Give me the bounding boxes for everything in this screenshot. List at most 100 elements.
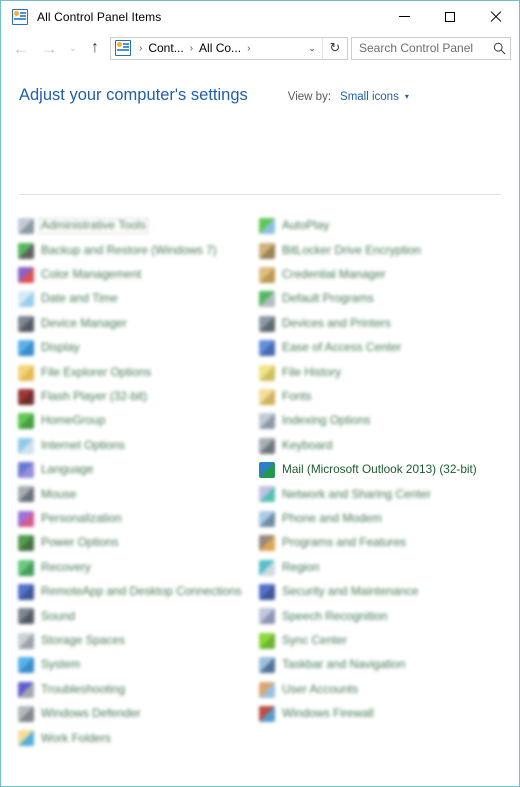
bitlocker-icon [259,242,275,259]
chevron-down-icon[interactable]: ⌄ [302,38,322,59]
control-panel-item[interactable]: Mail (Microsoft Outlook 2013) (32-bit) [259,458,511,482]
control-panel-item[interactable]: Date and Time [18,287,268,311]
recovery-icon [18,559,34,576]
control-panel-item-label: Date and Time [41,291,118,306]
control-panel-item-label: Color Management [41,267,142,282]
maximize-button[interactable] [427,1,473,32]
control-panel-item[interactable]: User Accounts [259,677,511,701]
caption-buttons [381,1,519,32]
control-panel-item[interactable]: Windows Defender [18,702,268,726]
control-panel-item[interactable]: Region [259,555,511,579]
control-panel-item-label: Programs and Features [282,535,406,550]
control-panel-item[interactable]: Display [18,336,268,360]
control-panel-item-label: Device Manager [41,315,127,330]
control-panel-item[interactable]: Default Programs [259,287,511,311]
control-panel-item[interactable]: Devices and Printers [259,312,511,336]
mouse-icon [18,486,34,503]
breadcrumb-item-control-panel[interactable]: Cont... [147,41,184,55]
windows-firewall-icon [259,706,275,722]
control-panel-item-label: Troubleshooting [41,681,126,696]
flash-player-icon [18,388,34,405]
control-panel-item[interactable]: Internet Options [18,434,268,458]
control-panel-item[interactable]: Network and Sharing Center [259,482,511,506]
control-panel-item-label: Mouse [41,486,77,501]
control-panel-item[interactable]: File History [259,360,511,384]
address-control-panel-icon [115,40,131,56]
control-panel-item[interactable]: Recovery [18,555,268,579]
personalization-icon [18,510,34,527]
control-panel-item[interactable]: Phone and Modem [259,507,511,531]
control-panel-item-label: Network and Sharing Center [282,486,431,501]
control-panel-item[interactable]: RemoteApp and Desktop Connections [18,580,268,604]
system-icon [18,657,34,674]
control-panel-item[interactable]: Language [18,458,268,482]
control-panel-item-label: File Explorer Options [41,364,152,379]
search-box[interactable]: Search Control Panel [351,36,511,60]
control-panel-item[interactable]: Device Manager [18,312,268,336]
up-button[interactable]: ↑ [83,35,107,61]
minimize-icon [398,16,410,17]
control-panel-item[interactable]: Sound [18,604,268,628]
control-panel-item[interactable]: Windows Firewall [259,702,511,726]
control-panel-item[interactable]: Storage Spaces [18,629,268,653]
forward-button[interactable]: → [35,35,63,61]
sync-center-icon [259,632,275,649]
control-panel-item-label: Phone and Modem [282,510,382,525]
control-panel-item-label: Power Options [41,535,119,550]
control-panel-item[interactable]: Troubleshooting [18,677,268,701]
control-panel-item-label: Ease of Access Center [282,340,402,355]
recent-locations-button[interactable]: ⌄ [63,35,83,61]
control-panel-window: All Control Panel Items ← → ⌄ ↑ › Cont..… [0,0,520,787]
power-options-icon [18,535,34,552]
control-panel-item[interactable]: Ease of Access Center [259,336,511,360]
control-panel-item[interactable]: HomeGroup [18,409,268,433]
control-panel-item[interactable]: Flash Player (32-bit) [18,385,268,409]
view-by-control[interactable]: View by: Small icons ▾ [288,91,409,103]
taskbar-navigation-icon [259,657,275,674]
control-panel-item[interactable]: File Explorer Options [18,360,268,384]
control-panel-item-label: Backup and Restore (Windows 7) [41,242,217,257]
homegroup-icon [18,413,34,430]
fonts-icon [259,388,275,405]
close-icon [490,11,502,23]
breadcrumb-item-all-items[interactable]: All Co... [198,41,242,55]
view-by-label: View by: [287,91,332,103]
page-header: Adjust your computer's settings View by:… [1,64,519,105]
control-panel-item[interactable]: Power Options [18,531,268,555]
control-panel-item[interactable]: Work Folders [18,726,268,750]
control-panel-item[interactable]: Credential Manager [259,263,511,287]
chevron-down-icon[interactable]: ▾ [405,92,409,101]
control-panel-item[interactable]: Taskbar and Navigation [259,653,511,677]
control-panel-item[interactable]: Mouse [18,482,268,506]
control-panel-item[interactable]: Backup and Restore (Windows 7) [18,238,268,262]
close-button[interactable] [473,1,519,32]
language-icon [18,462,34,479]
control-panel-item-label: Windows Firewall [282,706,374,721]
control-panel-item[interactable]: Keyboard [259,434,511,458]
control-panel-item[interactable]: Speech Recognition [259,604,511,628]
credential-manager-icon [259,266,275,283]
color-management-icon [18,266,34,283]
control-panel-item[interactable]: Administrative Tools [18,214,268,238]
control-panel-item[interactable]: Indexing Options [259,409,511,433]
control-panel-item[interactable]: Sync Center [259,629,511,653]
control-panel-item[interactable]: Fonts [259,385,511,409]
control-panel-item[interactable]: Personalization [18,507,268,531]
control-panel-item-label: Indexing Options [282,413,371,428]
search-input[interactable]: Search Control Panel [352,41,488,55]
address-bar[interactable]: › Cont... › All Co... › ⌄ ↻ [110,36,348,60]
view-by-value[interactable]: Small icons [340,91,399,103]
phone-modem-icon [259,510,275,527]
control-panel-item[interactable]: Programs and Features [259,531,511,555]
control-panel-item-label: Sync Center [282,632,347,647]
autoplay-icon [259,218,275,235]
control-panel-item[interactable]: Security and Maintenance [259,580,511,604]
control-panel-item[interactable]: BitLocker Drive Encryption [259,238,511,262]
refresh-icon[interactable]: ↻ [322,37,347,59]
control-panel-item[interactable]: AutoPlay [259,214,511,238]
control-panel-item[interactable]: Color Management [18,263,268,287]
control-panel-item[interactable]: System [18,653,268,677]
minimize-button[interactable] [381,1,427,32]
control-panel-item-label: BitLocker Drive Encryption [282,242,421,257]
back-button[interactable]: ← [7,35,35,61]
